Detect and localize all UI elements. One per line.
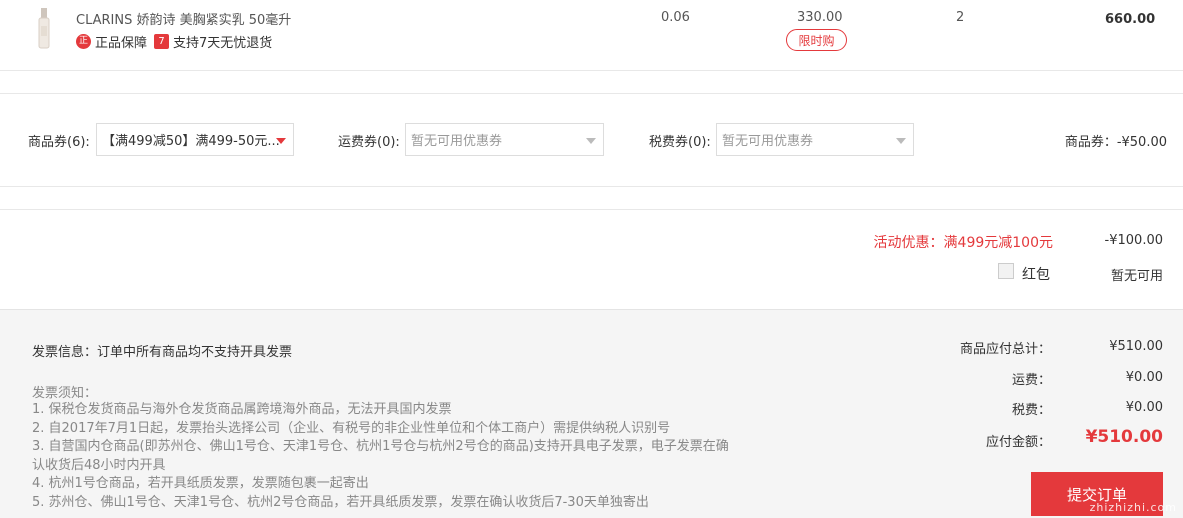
redpacket-label: 红包 (1022, 267, 1050, 283)
goods-coupon-selected: 【满499减50】满499-50元... (102, 134, 280, 149)
tag-return-label: 支持7天无忧退货 (173, 36, 273, 51)
product-tags: 正 正品保障 7 支持7天无忧退货 (76, 32, 272, 51)
shipping-value: ¥0.00 (1125, 370, 1163, 385)
tax-coupon-label: 税费券(0): (649, 135, 711, 150)
tag-authentic: 正 正品保障 (76, 32, 147, 51)
promo-label: 活动优惠：满499元减100元 (873, 235, 1053, 251)
authentic-icon: 正 (76, 34, 91, 49)
goods-total-label: 商品应付总计： (959, 342, 1051, 357)
shipping-coupon-selected: 暂无可用优惠券 (411, 134, 503, 149)
amount-due-value: ¥510.00 (1085, 427, 1163, 447)
tax-label: 税费： (1011, 403, 1051, 418)
list-item: 5. 苏州仓、佛山1号仓、天津1号仓、杭州2号仓商品，若开具纸质发票，发票在确认… (32, 494, 649, 510)
invoice-notice-title: 发票须知： (32, 386, 98, 401)
list-item: 3. 自营国内仓商品(即苏州仓、佛山1号仓、天津1号仓、杭州1号仓与杭州2号仓的… (32, 439, 729, 455)
chevron-down-icon (586, 138, 596, 144)
invoice-totals-section: 发票信息：订单中所有商品均不支持开具发票 发票须知： 1. 保税仓发货商品与海外… (0, 309, 1183, 518)
tax-coupon-selected: 暂无可用优惠券 (722, 134, 814, 149)
product-price: 330.00 (797, 10, 843, 25)
list-item: 1. 保税仓发货商品与海外仓发货商品属跨境海外商品，无法开具国内发票 (32, 402, 452, 417)
chevron-down-icon (276, 138, 286, 144)
redpacket-value: 暂无可用 (1110, 269, 1163, 284)
list-item: 2. 自2017年7月1日起，发票抬头选择公司（企业、有税号的非企业性单位和个体… (32, 420, 671, 436)
product-name[interactable]: CLARINS 娇韵诗 美胸紧实乳 50毫升 (76, 9, 291, 28)
limited-time-badge: 限时购 (786, 29, 847, 51)
shipping-coupon-label: 运费券(0): (338, 135, 400, 150)
list-item: 4. 杭州1号仓商品，若开具纸质发票，发票随包裹一起寄出 (32, 476, 369, 492)
tax-coupon-select[interactable]: 暂无可用优惠券 (716, 123, 914, 156)
shipping-label: 运费： (1011, 373, 1051, 388)
goods-total-value: ¥510.00 (1109, 339, 1163, 354)
discount-section: 活动优惠：满499元减100元 -¥100.00 红包 暂无可用 (0, 209, 1183, 309)
coupon-section: 商品券(6): 【满499减50】满499-50元... 运费券(0): 暂无可… (0, 93, 1183, 187)
list-item: 认收货后48小时内开具 (32, 457, 166, 473)
goods-coupon-select[interactable]: 【满499减50】满499-50元... (96, 123, 294, 156)
product-quantity: 2 (956, 10, 965, 25)
product-row: CLARINS 娇韵诗 美胸紧实乳 50毫升 正 正品保障 7 支持7天无忧退货… (0, 0, 1183, 71)
tag-return: 7 支持7天无忧退货 (154, 32, 272, 51)
invoice-info: 发票信息：订单中所有商品均不支持开具发票 (32, 345, 293, 360)
coupon-summary: 商品券：-¥50.00 (1064, 135, 1167, 150)
redpacket-checkbox[interactable] (998, 263, 1014, 279)
promo-amount: -¥100.00 (1104, 233, 1163, 248)
tax-value: ¥0.00 (1125, 400, 1163, 415)
shipping-coupon-select[interactable]: 暂无可用优惠券 (405, 123, 604, 156)
product-thumbnail[interactable] (33, 8, 55, 50)
product-total: 660.00 (1105, 12, 1156, 27)
amount-due-label: 应付金额： (985, 435, 1051, 450)
chevron-down-icon (896, 138, 906, 144)
product-tax: 0.06 (661, 10, 690, 25)
goods-coupon-label: 商品券(6): (28, 135, 90, 150)
tag-authentic-label: 正品保障 (95, 36, 148, 51)
return-7-days-icon: 7 (154, 34, 170, 49)
invoice-notice-list: 1. 保税仓发货商品与海外仓发货商品属跨境海外商品，无法开具国内发票 2. 自2… (32, 401, 752, 513)
watermark: zhizhizhi.com (1089, 501, 1177, 514)
